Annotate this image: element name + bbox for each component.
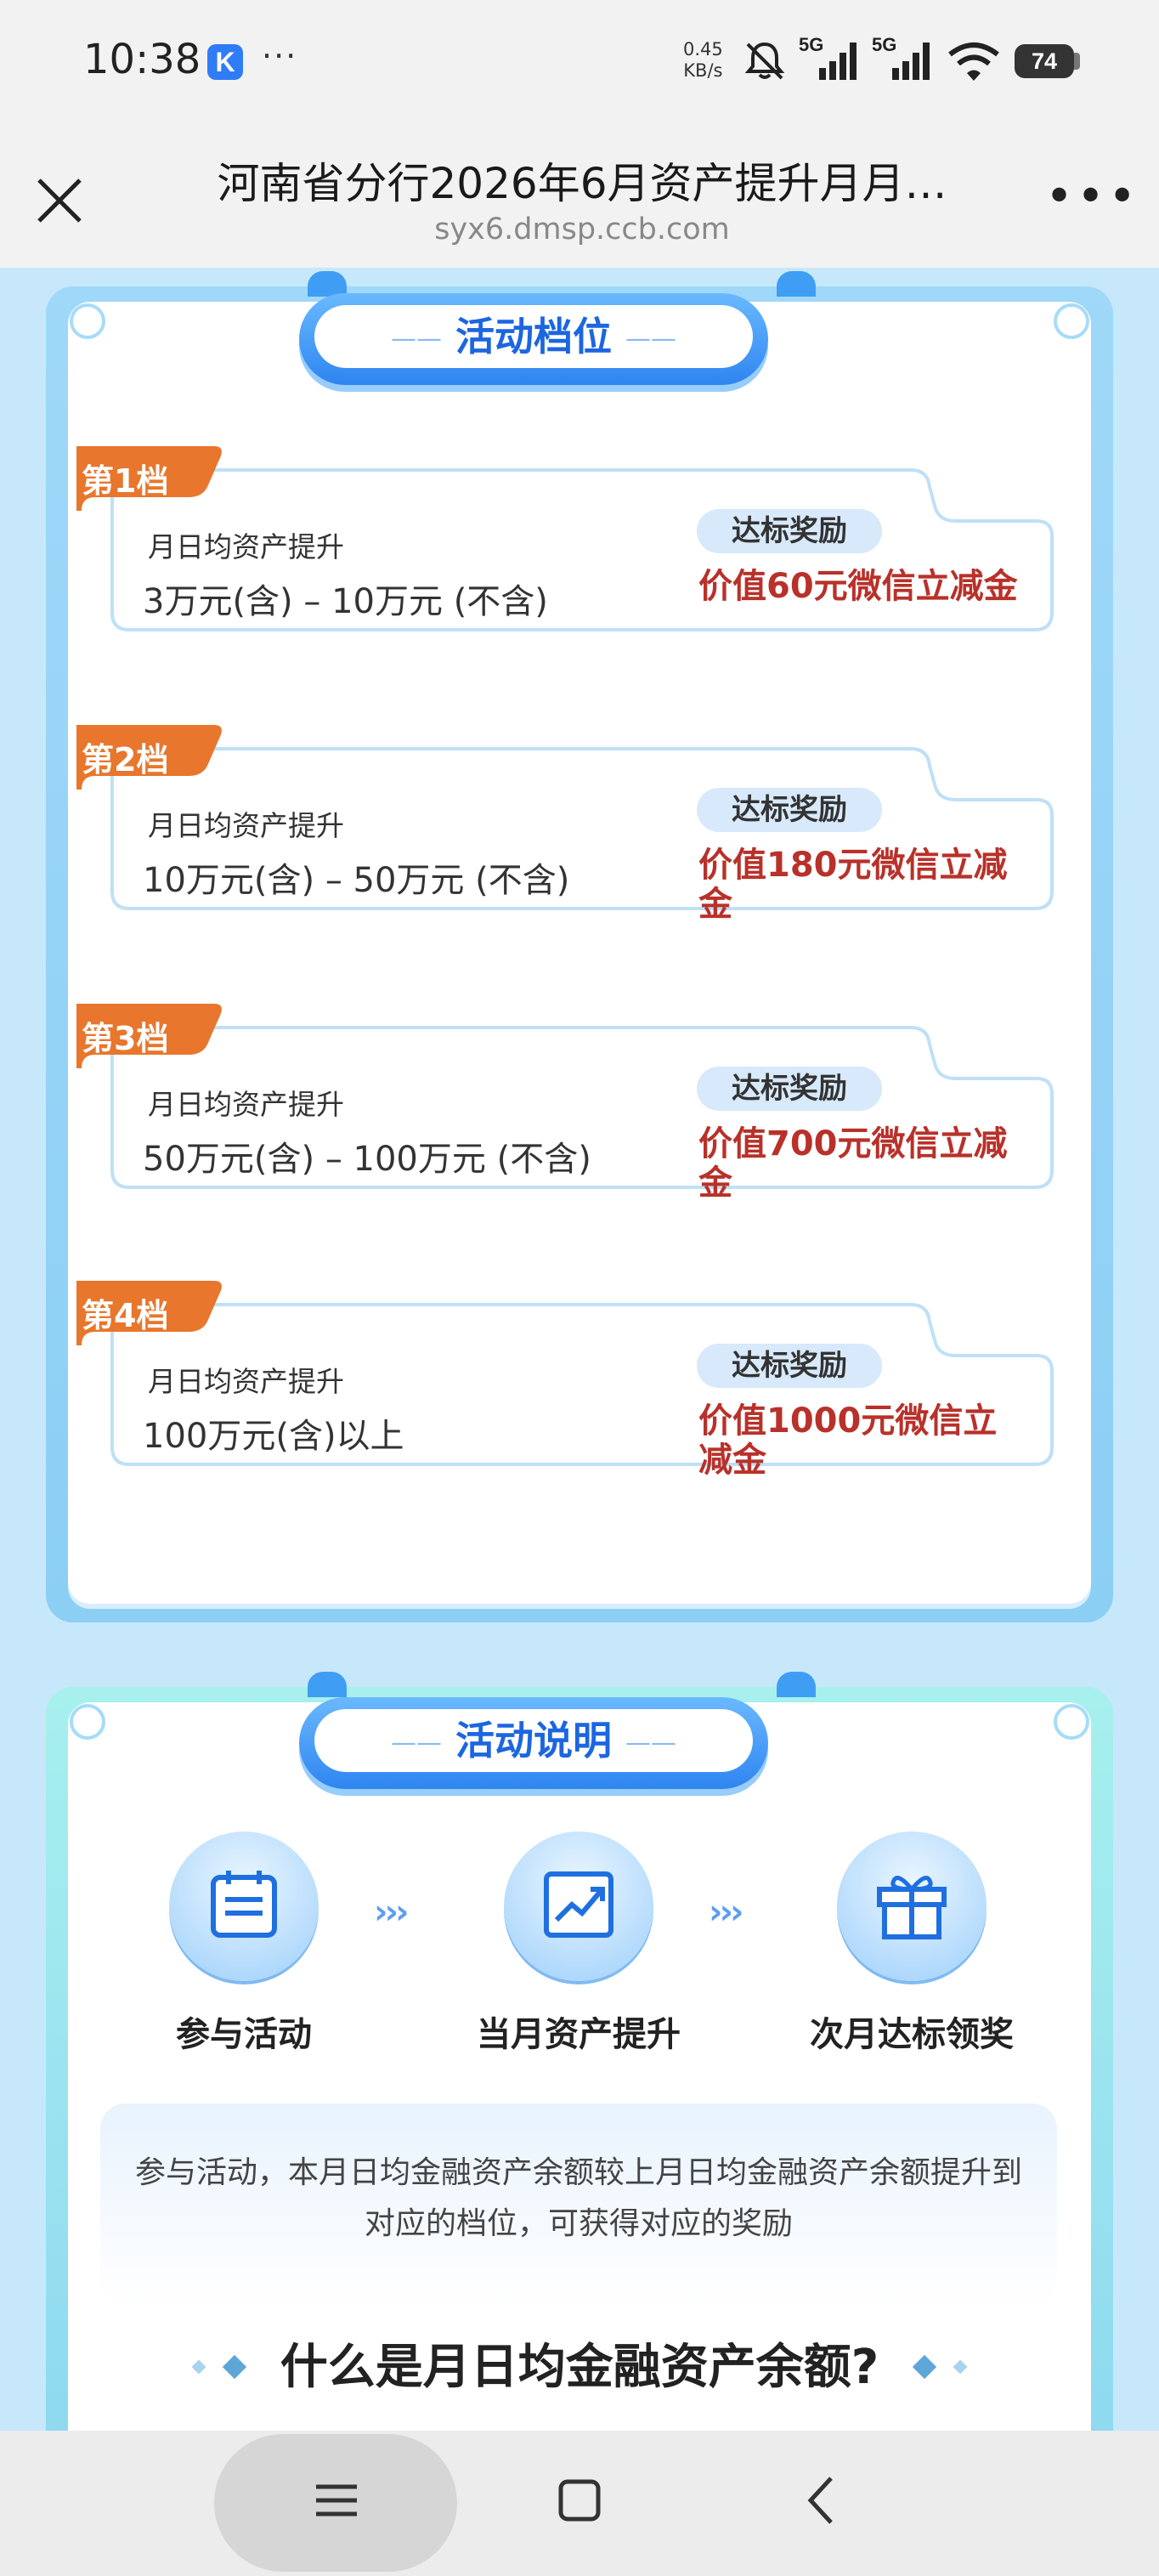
battery-icon: 74 — [1015, 44, 1074, 78]
decor-diamond — [953, 2359, 968, 2375]
heading-tab-left — [308, 1672, 347, 1697]
page-content: —— 活动档位 —— 第1档 月日均资产提升 3万元(含) – 10万元 (不含… — [0, 268, 1159, 2431]
tier-subtitle: 月日均资产提升 — [148, 1365, 344, 1398]
more-notifications-icon: ··· — [262, 37, 298, 75]
gift-icon — [877, 1876, 947, 1939]
tier-card-1: 第1档 月日均资产提升 3万元(含) – 10万元 (不含) 达标奖励 价值60… — [70, 439, 1055, 637]
panel-corner-knob — [1054, 1704, 1089, 1740]
wifi-icon — [948, 42, 999, 81]
explain-panel — [46, 1687, 1113, 2431]
chart-up-icon — [544, 1871, 613, 1938]
heading-tab-right — [777, 271, 816, 297]
explain-heading-text: 活动说明 — [455, 1718, 612, 1764]
reward-value: 价值180元微信立减金 — [698, 846, 1008, 924]
tier-card-4: 第4档 月日均资产提升 100万元(含)以上 达标奖励 价值1000元微信立减金 — [70, 1274, 1055, 1480]
step-circle — [837, 1832, 987, 1981]
tier-range: 3万元(含) – 10万元 (不含) — [143, 582, 548, 621]
tier-subtitle: 月日均资产提升 — [148, 809, 344, 842]
tier-badge-label: 第3档 — [82, 1020, 169, 1057]
close-icon[interactable] — [25, 167, 93, 235]
reward-label: 达标奖励 — [697, 509, 882, 553]
step-label: 参与活动 — [176, 2015, 312, 2054]
page-url: syx6.dmsp.ccb.com — [434, 212, 730, 246]
menu-icon[interactable] — [311, 2475, 362, 2526]
step-reward: 次月达标领奖 — [806, 1832, 1018, 2056]
decor-diamond — [191, 2359, 206, 2375]
heading-dash-right: —— — [625, 324, 677, 354]
step-circle — [504, 1832, 653, 1981]
explain-box: 参与活动，本月日均金融资产余额较上月日均金融资产余额提升到对应的档位，可获得对应… — [100, 2103, 1057, 2307]
tier-badge-label: 第2档 — [82, 741, 169, 778]
calendar-icon — [211, 1871, 277, 1938]
heading-dash-left: —— — [390, 1728, 442, 1758]
explain-panel-inner — [68, 1702, 1091, 2431]
panel-corner-knob — [70, 303, 105, 339]
step-arrows-1: ››› — [374, 1893, 410, 1932]
step-label: 当月资产提升 — [477, 2015, 681, 2054]
tier-badge-label: 第1档 — [82, 462, 169, 500]
decor-diamond — [223, 2354, 247, 2380]
reward-label: 达标奖励 — [697, 788, 882, 832]
faq-question-text: 什么是月日均金融资产余额? — [280, 2340, 879, 2395]
tier-card-2: 第2档 月日均资产提升 10万元(含) – 50万元 (不含) 达标奖励 价值1… — [70, 718, 1055, 924]
step-label: 次月达标领奖 — [810, 2015, 1014, 2054]
tier-range: 10万元(含) – 50万元 (不含) — [143, 861, 570, 900]
panel-corner-knob — [1054, 303, 1089, 339]
status-time: 10:38 — [83, 36, 201, 83]
reward-value: 价值700元微信立减金 — [698, 1124, 1008, 1203]
reward-value: 价值60元微信立减金 — [698, 567, 1018, 606]
step-grow: 当月资产提升 — [472, 1832, 685, 2056]
app-notification-icon: K — [207, 44, 243, 80]
tier-subtitle: 月日均资产提升 — [148, 1088, 344, 1121]
network-speed-unit: KB/s — [683, 60, 723, 81]
explain-heading-pill: —— 活动说明 —— — [299, 1697, 768, 1789]
panel-corner-knob — [70, 1704, 105, 1740]
page-title: 河南省分行2026年6月资产提升月月… — [217, 159, 947, 208]
tiers-heading: —— 活动档位 —— — [314, 305, 753, 368]
faq-question[interactable]: 什么是月日均金融资产余额? — [0, 2329, 1159, 2398]
more-menu-button[interactable]: ••• — [1045, 173, 1139, 221]
network-speed-value: 0.45 — [683, 39, 723, 59]
tier-badge-label: 第4档 — [82, 1297, 169, 1334]
reward-label: 达标奖励 — [697, 1344, 882, 1388]
step-arrows-2: ››› — [709, 1893, 744, 1932]
tier-card-3: 第3档 月日均资产提升 50万元(含) – 100万元 (不含) 达标奖励 价值… — [70, 997, 1055, 1203]
tier-subtitle: 月日均资产提升 — [148, 530, 344, 563]
network-speed: 0.45 KB/s — [683, 39, 723, 82]
explain-description: 参与活动，本月日均金融资产余额较上月日均金融资产余额提升到对应的档位，可获得对应… — [134, 2155, 1022, 2241]
heading-dash-right: —— — [625, 1728, 677, 1758]
heading-tab-right — [777, 1672, 816, 1697]
explain-heading: —— 活动说明 —— — [314, 1709, 753, 1772]
reward-value: 价值1000元微信立减金 — [698, 1401, 998, 1480]
back-icon[interactable] — [797, 2471, 848, 2529]
tier-range: 100万元(含)以上 — [143, 1417, 404, 1456]
step-circle — [169, 1832, 319, 1981]
tiers-heading-text: 活动档位 — [455, 314, 612, 360]
home-square-icon[interactable] — [554, 2475, 605, 2526]
reward-label: 达标奖励 — [697, 1067, 882, 1111]
mute-bell-icon — [744, 42, 785, 80]
decor-diamond — [912, 2354, 936, 2380]
step-join: 参与活动 — [138, 1832, 350, 2056]
battery-tip — [1074, 53, 1080, 70]
tiers-heading-pill: —— 活动档位 —— — [299, 293, 768, 385]
heading-dash-left: —— — [390, 324, 442, 354]
tier-range: 50万元(含) – 100万元 (不含) — [143, 1140, 591, 1179]
